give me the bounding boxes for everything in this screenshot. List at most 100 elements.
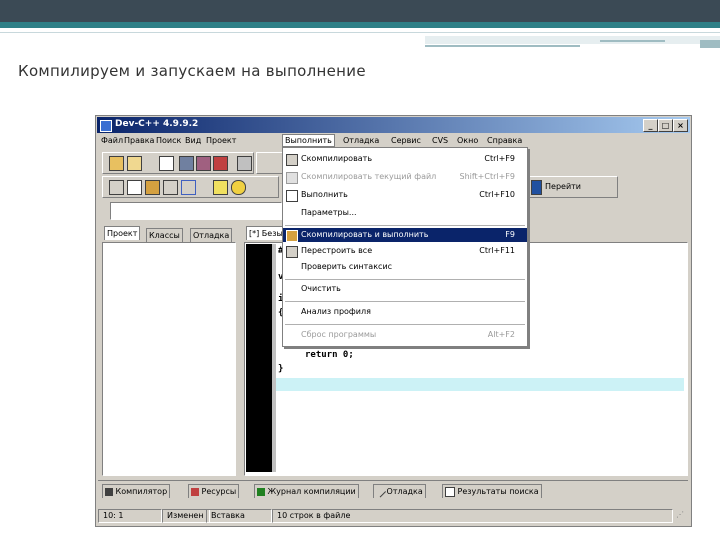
compile-run-icon[interactable] (145, 180, 160, 195)
status-position: 10: 1 (98, 509, 162, 523)
compile-log-icon (257, 487, 265, 496)
header-accent-block (425, 36, 720, 44)
minimize-button[interactable]: _ (643, 119, 658, 132)
save-all-icon[interactable] (196, 156, 211, 171)
compiler-icon (105, 487, 113, 496)
menu-item-run[interactable]: Выполнить Ctrl+F10 (283, 188, 527, 202)
window-titlebar[interactable]: Dev-C++ 4.9.9.2 _ □ × (97, 117, 690, 133)
status-lines: 10 строк в файле (272, 509, 673, 523)
menu-item-check-syntax[interactable]: Проверить синтаксис (283, 260, 527, 274)
goto-button[interactable]: Перейти (545, 182, 581, 191)
save-icon[interactable] (179, 156, 194, 171)
menu-item-label: Очистить (301, 284, 341, 293)
menu-window[interactable]: Окно (457, 136, 478, 145)
menu-item-shortcut: Ctrl+F11 (479, 246, 515, 255)
tab-compile-log-label: Журнал компиляции (267, 487, 356, 496)
menu-item-rebuild-all[interactable]: Перестроить все Ctrl+F11 (283, 244, 527, 258)
open-icon[interactable] (127, 156, 142, 171)
menu-view[interactable]: Вид (185, 136, 201, 145)
resources-icon (191, 487, 199, 496)
goto-toolbar: Перейти (526, 176, 618, 198)
edit-toolbar (256, 152, 283, 174)
tab-search-results[interactable]: Результаты поиска (442, 484, 542, 498)
close-button[interactable]: × (673, 119, 688, 132)
menu-bar: Файл Правка Поиск Вид Проект Выполнить О… (97, 134, 690, 148)
tab-resources[interactable]: Ресурсы (188, 484, 240, 498)
menu-separator (285, 279, 525, 280)
tab-compiler[interactable]: Компилятор (102, 484, 171, 498)
search-results-icon (445, 486, 455, 497)
resize-grip-icon[interactable]: ⋰ (672, 509, 686, 521)
menu-item-compile[interactable]: Скомпилировать Ctrl+F9 (283, 152, 527, 166)
menu-item-shortcut: F9 (505, 230, 515, 239)
menu-item-label: Скомпилировать (301, 154, 373, 163)
menu-item-shortcut: Shift+Ctrl+F9 (459, 172, 515, 181)
editor-margin (272, 244, 276, 472)
bottom-divider (98, 480, 688, 481)
smiley-icon[interactable] (231, 180, 246, 195)
rebuild-icon[interactable] (163, 180, 178, 195)
header-accent-line (0, 32, 720, 33)
menu-item-label: Параметры... (301, 208, 357, 217)
maximize-button[interactable]: □ (658, 119, 673, 132)
menu-item-label: Скомпилировать и выполнить (301, 230, 429, 239)
app-icon (100, 120, 112, 132)
editor-tab[interactable]: [*] Безы (246, 226, 286, 240)
tab-debug-output[interactable]: Отладка (373, 484, 426, 498)
menu-item-parameters[interactable]: Параметры... (283, 206, 527, 220)
editor-gutter (246, 244, 272, 472)
menu-search[interactable]: Поиск (156, 136, 181, 145)
goto-icon (531, 180, 542, 195)
menu-item-label: Перестроить все (301, 246, 373, 255)
status-modified: Изменен (162, 509, 210, 523)
tab-debug[interactable]: Отладка (190, 228, 233, 242)
compile-file-icon (286, 172, 298, 184)
status-mode: Вставка (206, 509, 272, 523)
header-band-dark (0, 0, 720, 22)
menu-cvs[interactable]: CVS (432, 136, 448, 145)
new-project-icon[interactable] (109, 156, 124, 171)
code-line: return 0; (305, 350, 354, 360)
menu-item-shortcut: Ctrl+F9 (484, 154, 515, 163)
compile-run-icon (286, 230, 298, 242)
menu-help[interactable]: Справка (487, 136, 522, 145)
menu-separator (285, 301, 525, 302)
menu-item-compile-and-run[interactable]: Скомпилировать и выполнить F9 (283, 228, 527, 242)
header-accent-line-4 (700, 40, 720, 48)
menu-separator (285, 225, 525, 226)
menu-item-label: Сброс программы (301, 330, 377, 339)
run-icon[interactable] (127, 180, 142, 195)
check-icon[interactable] (181, 180, 196, 195)
menu-item-compile-current-file[interactable]: Скомпилировать текущий файл Shift+Ctrl+F… (283, 170, 527, 184)
code-line: } (278, 364, 284, 374)
menu-separator (285, 324, 525, 325)
menu-item-clean[interactable]: Очистить (283, 282, 527, 296)
new-file-icon[interactable] (159, 156, 174, 171)
run-menu-dropdown: Скомпилировать Ctrl+F9 Скомпилировать те… (282, 147, 528, 347)
menu-project[interactable]: Проект (206, 136, 236, 145)
tab-project[interactable]: Проект (104, 226, 141, 240)
header-band-teal (0, 22, 720, 28)
project-panel[interactable] (102, 242, 236, 476)
rebuild-icon (286, 246, 298, 258)
close-file-icon[interactable] (213, 156, 228, 171)
menu-debug[interactable]: Отладка (343, 136, 379, 145)
menu-edit[interactable]: Правка (124, 136, 154, 145)
tab-resources-label: Ресурсы (201, 487, 237, 496)
menu-file[interactable]: Файл (101, 136, 123, 145)
class-combo[interactable] (110, 202, 282, 220)
current-line-highlight (276, 378, 684, 391)
tab-compile-log[interactable]: Журнал компиляции (254, 484, 359, 498)
tab-classes[interactable]: Классы (146, 228, 183, 242)
tab-debug-output-label: Отладка (386, 487, 423, 496)
menu-item-reset-program[interactable]: Сброс программы Alt+F2 (283, 328, 527, 342)
menu-tools[interactable]: Сервис (391, 136, 421, 145)
debug-icon[interactable] (213, 180, 228, 195)
print-icon[interactable] (237, 156, 252, 171)
menu-item-profile-analysis[interactable]: Анализ профиля (283, 305, 527, 319)
slide-title: Компилируем и запускаем на выполнение (18, 62, 366, 80)
menu-run[interactable]: Выполнить (282, 134, 335, 147)
compile-icon[interactable] (109, 180, 124, 195)
main-toolbar (102, 152, 254, 174)
compile-icon (286, 154, 298, 166)
